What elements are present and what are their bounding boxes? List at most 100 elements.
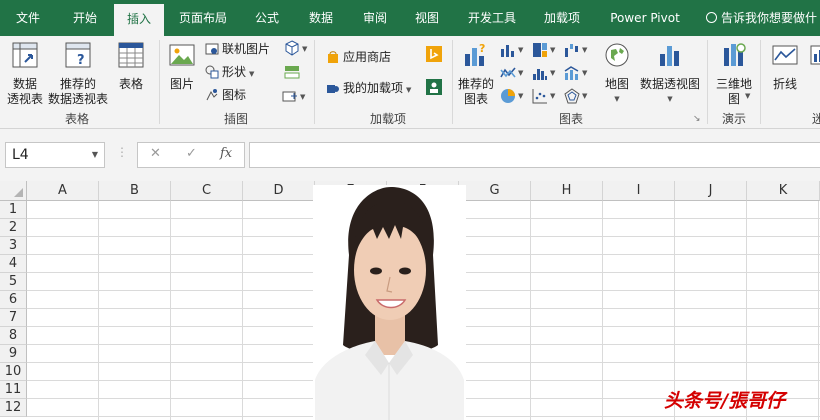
enter-icon[interactable]: ✓ [186,146,197,161]
my-addins-icon [327,85,339,93]
group-separator [760,40,761,124]
ribbon-tab-bar: 文件 开始 插入 页面布局 公式 数据 审阅 视图 开发工具 加载项 Power… [0,0,820,36]
sparkline-column-button[interactable] [808,40,820,77]
column-header-d[interactable]: D [243,181,315,201]
chevron-down-icon[interactable]: ▼ [518,46,523,54]
picture-button[interactable]: 图片 [163,40,201,92]
pivot-chart-icon [660,46,679,66]
waterfall-chart-icon[interactable] [564,42,580,58]
watermark-text: 头条号/張哥仔 [664,390,785,412]
row-header-11[interactable]: 11 [0,381,27,399]
row-header-10[interactable]: 10 [0,363,27,381]
inserted-portrait-photo[interactable] [313,185,466,420]
chevron-down-icon[interactable]: ▼ [92,143,98,167]
line-chart-icon[interactable] [500,65,516,81]
column-header-b[interactable]: B [99,181,171,201]
statistic-chart-icon[interactable] [532,65,548,81]
tab-file[interactable]: 文件 [4,0,52,36]
chevron-down-icon[interactable]: ▼ [302,45,307,53]
scatter-chart-icon[interactable] [532,88,548,104]
chevron-down-icon[interactable]: ▼ [550,92,555,100]
chevron-down-icon[interactable]: ▼ [582,46,587,54]
tab-addins[interactable]: 加载项 [534,0,590,36]
screenshot-icon[interactable] [282,88,298,104]
portrait-image [315,187,464,420]
table-label: 表格 [118,77,143,91]
column-header-c[interactable]: C [171,181,243,201]
tab-data[interactable]: 数据 [298,0,344,36]
recommended-charts-button[interactable]: ? 推荐的 图表 [455,40,497,107]
row-header-5[interactable]: 5 [0,273,27,291]
store-button[interactable]: 应用商店 [326,48,391,66]
column-header-k[interactable]: K [747,181,820,201]
chevron-down-icon[interactable]: ▼ [582,69,587,77]
3d-models-icon[interactable] [284,40,300,56]
svg-text:?: ? [479,42,485,55]
my-addins-button[interactable]: 我的加载项 ▼ [326,79,411,97]
tab-developer[interactable]: 开发工具 [458,0,526,36]
group-label-charts: 图表 [558,112,583,126]
insert-function-icon[interactable]: fx [220,146,232,161]
icons-button[interactable]: 图标 [205,86,246,104]
row-header-12[interactable]: 12 [0,399,27,417]
column-header-i[interactable]: I [603,181,675,201]
select-all-button[interactable] [0,181,27,201]
column-header-a[interactable]: A [27,181,99,201]
radar-chart-icon[interactable] [564,88,580,104]
hierarchy-chart-icon[interactable] [532,42,548,58]
sparkline-line-label: 折线 [772,77,797,91]
formula-buttons: ✕ ✓ fx [137,142,245,168]
row-header-7[interactable]: 7 [0,309,27,327]
pivot-chart-button[interactable]: 数据透视图 ▼ [638,40,702,107]
chevron-down-icon[interactable]: ▼ [582,92,587,100]
column-header-h[interactable]: H [531,181,603,201]
tab-power-pivot[interactable]: Power Pivot [600,0,690,36]
row-header-1[interactable]: 1 [0,201,27,219]
group-label-tours: 演示 [721,112,746,126]
tell-me-box[interactable]: 告诉我你想要做什 [706,0,817,36]
svg-text:?: ? [77,53,85,68]
drag-handle-icon[interactable]: ⋮ [116,145,128,159]
shapes-button[interactable]: 形状 ▼ [205,63,254,81]
column-chart-icon[interactable] [500,42,516,58]
table-button[interactable]: 表格 [112,40,150,92]
tab-insert[interactable]: 插入 [114,4,164,36]
row-header-4[interactable]: 4 [0,255,27,273]
tab-review[interactable]: 审阅 [352,0,398,36]
globe-map-icon [605,43,629,67]
row-header-3[interactable]: 3 [0,237,27,255]
row-header-2[interactable]: 2 [0,219,27,237]
sparkline-line-button[interactable]: 折线 [766,40,804,92]
tab-view[interactable]: 视图 [404,0,450,36]
combo-chart-icon[interactable] [564,65,580,81]
row-header-8[interactable]: 8 [0,327,27,345]
recommended-pivot-button[interactable]: ? 推荐的 数据透视表 [46,40,110,107]
pie-chart-icon[interactable] [500,88,516,104]
chevron-down-icon[interactable]: ▼ [518,92,523,100]
3d-map-button[interactable]: 三维地 图 ▼ [712,40,756,107]
cancel-icon[interactable]: ✕ [150,146,161,161]
store-icon [328,51,338,63]
formula-input[interactable] [249,142,820,168]
chevron-down-icon[interactable]: ▼ [550,69,555,77]
online-picture-button[interactable]: 联机图片 [205,40,270,58]
map-chart-button[interactable]: 地图 ▼ [598,40,636,107]
column-header-g[interactable]: G [459,181,531,201]
tab-home[interactable]: 开始 [58,0,112,36]
chevron-down-icon[interactable]: ▼ [300,93,305,101]
chevron-down-icon[interactable]: ▼ [550,46,555,54]
bing-maps-icon[interactable] [426,46,442,62]
tab-formulas[interactable]: 公式 [244,0,290,36]
people-graph-icon[interactable] [426,79,442,95]
group-separator [159,40,160,124]
pivot-table-button[interactable]: 数据 透视表 [4,40,46,107]
chevron-down-icon[interactable]: ▼ [518,69,523,77]
dialog-launcher-icon[interactable]: ↘ [693,114,701,124]
smartart-icon[interactable] [284,64,300,80]
tab-page-layout[interactable]: 页面布局 [170,0,236,36]
column-header-j[interactable]: J [675,181,747,201]
name-box[interactable]: L4 ▼ [5,142,105,168]
table-icon [118,42,144,68]
row-header-6[interactable]: 6 [0,291,27,309]
row-header-9[interactable]: 9 [0,345,27,363]
